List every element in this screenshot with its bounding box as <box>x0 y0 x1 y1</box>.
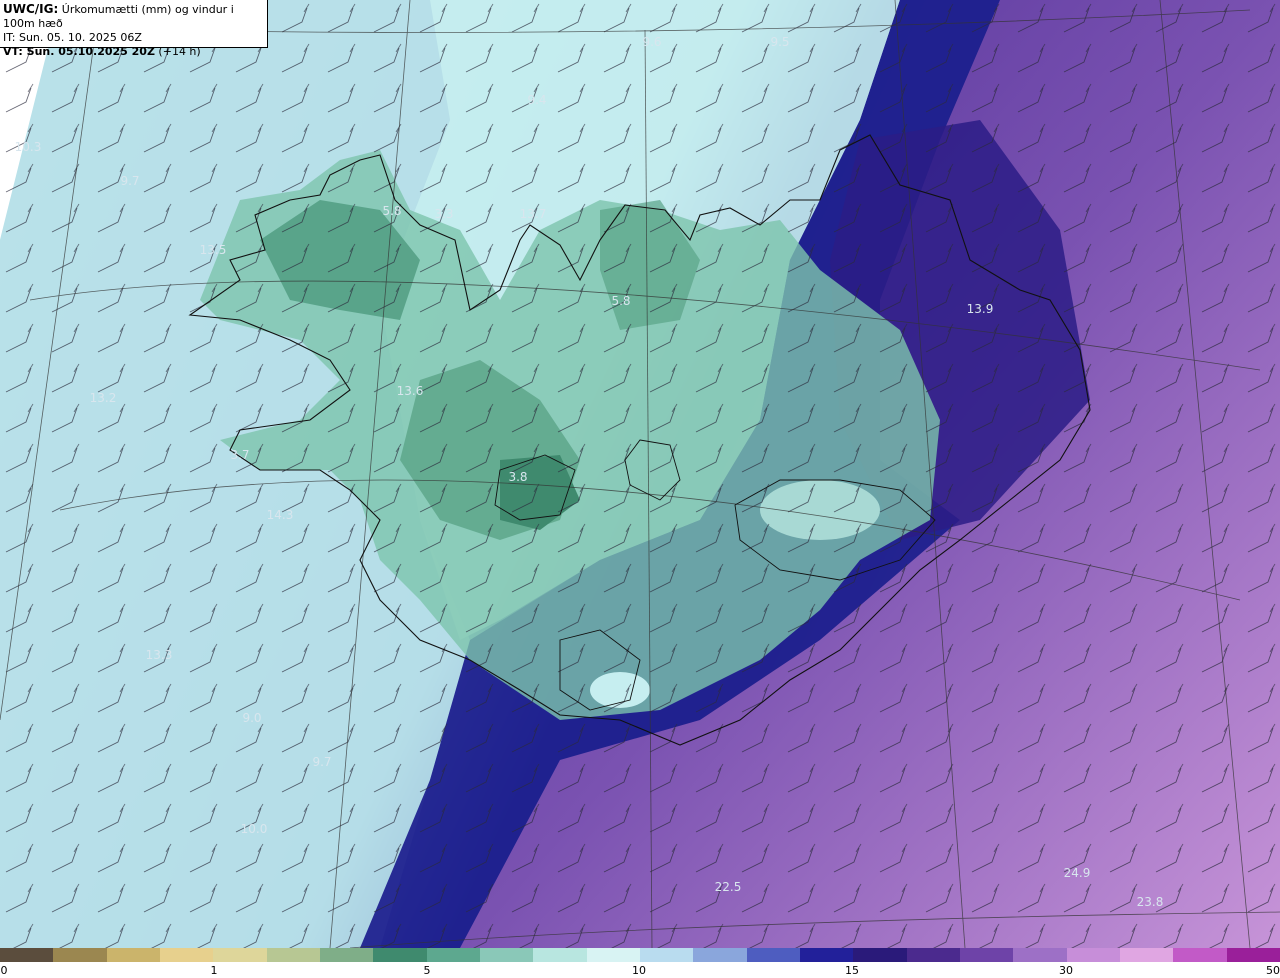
legend-swatch <box>479 948 534 962</box>
value-label: 9.6 <box>642 35 661 49</box>
legend-tick-label: 5 <box>423 964 431 977</box>
value-label: 9.4 <box>527 93 546 107</box>
value-label: 13.3 <box>146 648 173 662</box>
wind-barbs <box>0 0 1280 948</box>
legend-swatch <box>0 948 54 962</box>
value-label: 14.3 <box>267 508 294 522</box>
legend-swatch <box>1013 948 1067 962</box>
legend-tick-label: 0 <box>0 964 8 977</box>
legend-swatch <box>959 948 1014 962</box>
legend-swatch <box>213 948 267 962</box>
legend-swatch <box>1066 948 1120 962</box>
value-label: 13.9 <box>967 302 994 316</box>
value-label: 9.5 <box>770 35 789 49</box>
map-canvas: 9.6 9.5 9.4 10.3 9.7 5.8 3.3 13.7 13.5 5.8 13.9 13.… <box>0 0 1280 948</box>
value-label: 3.7 <box>230 448 249 462</box>
value-label: 10.0 <box>241 822 268 836</box>
value-label: 13.2 <box>90 391 117 405</box>
value-label: 24.9 <box>1064 866 1091 880</box>
value-label: 9.0 <box>242 711 261 725</box>
value-label: 13.6 <box>397 384 424 398</box>
legend-swatch <box>1226 948 1280 962</box>
legend-swatch <box>799 948 854 962</box>
legend-swatch <box>266 948 320 962</box>
legend-swatch <box>159 948 214 962</box>
map-title: UWC/IG: Úrkomumætti (mm) og vindur i 100… <box>3 2 267 31</box>
value-label: 3.3 <box>434 207 453 221</box>
value-label: 3.8 <box>508 470 527 484</box>
forecast-map: 9.6 9.5 9.4 10.3 9.7 5.8 3.3 13.7 13.5 5.8 13.9 13.… <box>0 0 1280 948</box>
legend-swatch <box>319 948 374 962</box>
legend-swatch <box>426 948 480 962</box>
value-label: 5.8 <box>611 294 630 308</box>
value-label: 13.7 <box>520 207 547 221</box>
value-label: 23.8 <box>1137 895 1164 909</box>
value-label: 9.7 <box>120 174 139 188</box>
legend-swatch <box>693 948 747 962</box>
legend-tick-label: 50 <box>1266 964 1280 977</box>
legend-colorbar <box>0 948 1280 962</box>
legend-swatch <box>533 948 587 962</box>
forecast-lead: (+14 h) <box>154 45 201 58</box>
legend-swatch <box>586 948 640 962</box>
legend-tick-label: 15 <box>845 964 859 977</box>
legend-swatch <box>106 948 160 962</box>
value-label: 22.5 <box>715 880 742 894</box>
value-label: 10.3 <box>15 140 42 154</box>
map-header: UWC/IG: Úrkomumætti (mm) og vindur i 100… <box>0 0 268 58</box>
value-label: 5.8 <box>382 204 401 218</box>
value-label: 9.7 <box>312 755 331 769</box>
legend-tick-label: 10 <box>632 964 646 977</box>
value-label: 13.5 <box>200 243 227 257</box>
legend-tick-label: 1 <box>210 964 218 977</box>
legend-swatch <box>853 948 907 962</box>
legend-swatch <box>1119 948 1174 962</box>
legend-swatch <box>53 948 107 962</box>
legend-swatch <box>1173 948 1227 962</box>
legend-swatch <box>639 948 694 962</box>
model-code: UWC/IG: <box>3 2 59 16</box>
legend-tick-label: 30 <box>1059 964 1073 977</box>
color-legend: 0 1 5 10 15 30 50 <box>0 948 1280 978</box>
legend-swatch <box>746 948 800 962</box>
valid-time: VT: Sun. 05.10.2025 20Z (+14 h) <box>3 45 267 59</box>
init-time: IT: Sun. 05. 10. 2025 06Z <box>3 31 142 44</box>
legend-swatch <box>373 948 427 962</box>
valid-time-value: VT: Sun. 05.10.2025 20Z <box>3 45 155 58</box>
legend-swatch <box>906 948 960 962</box>
